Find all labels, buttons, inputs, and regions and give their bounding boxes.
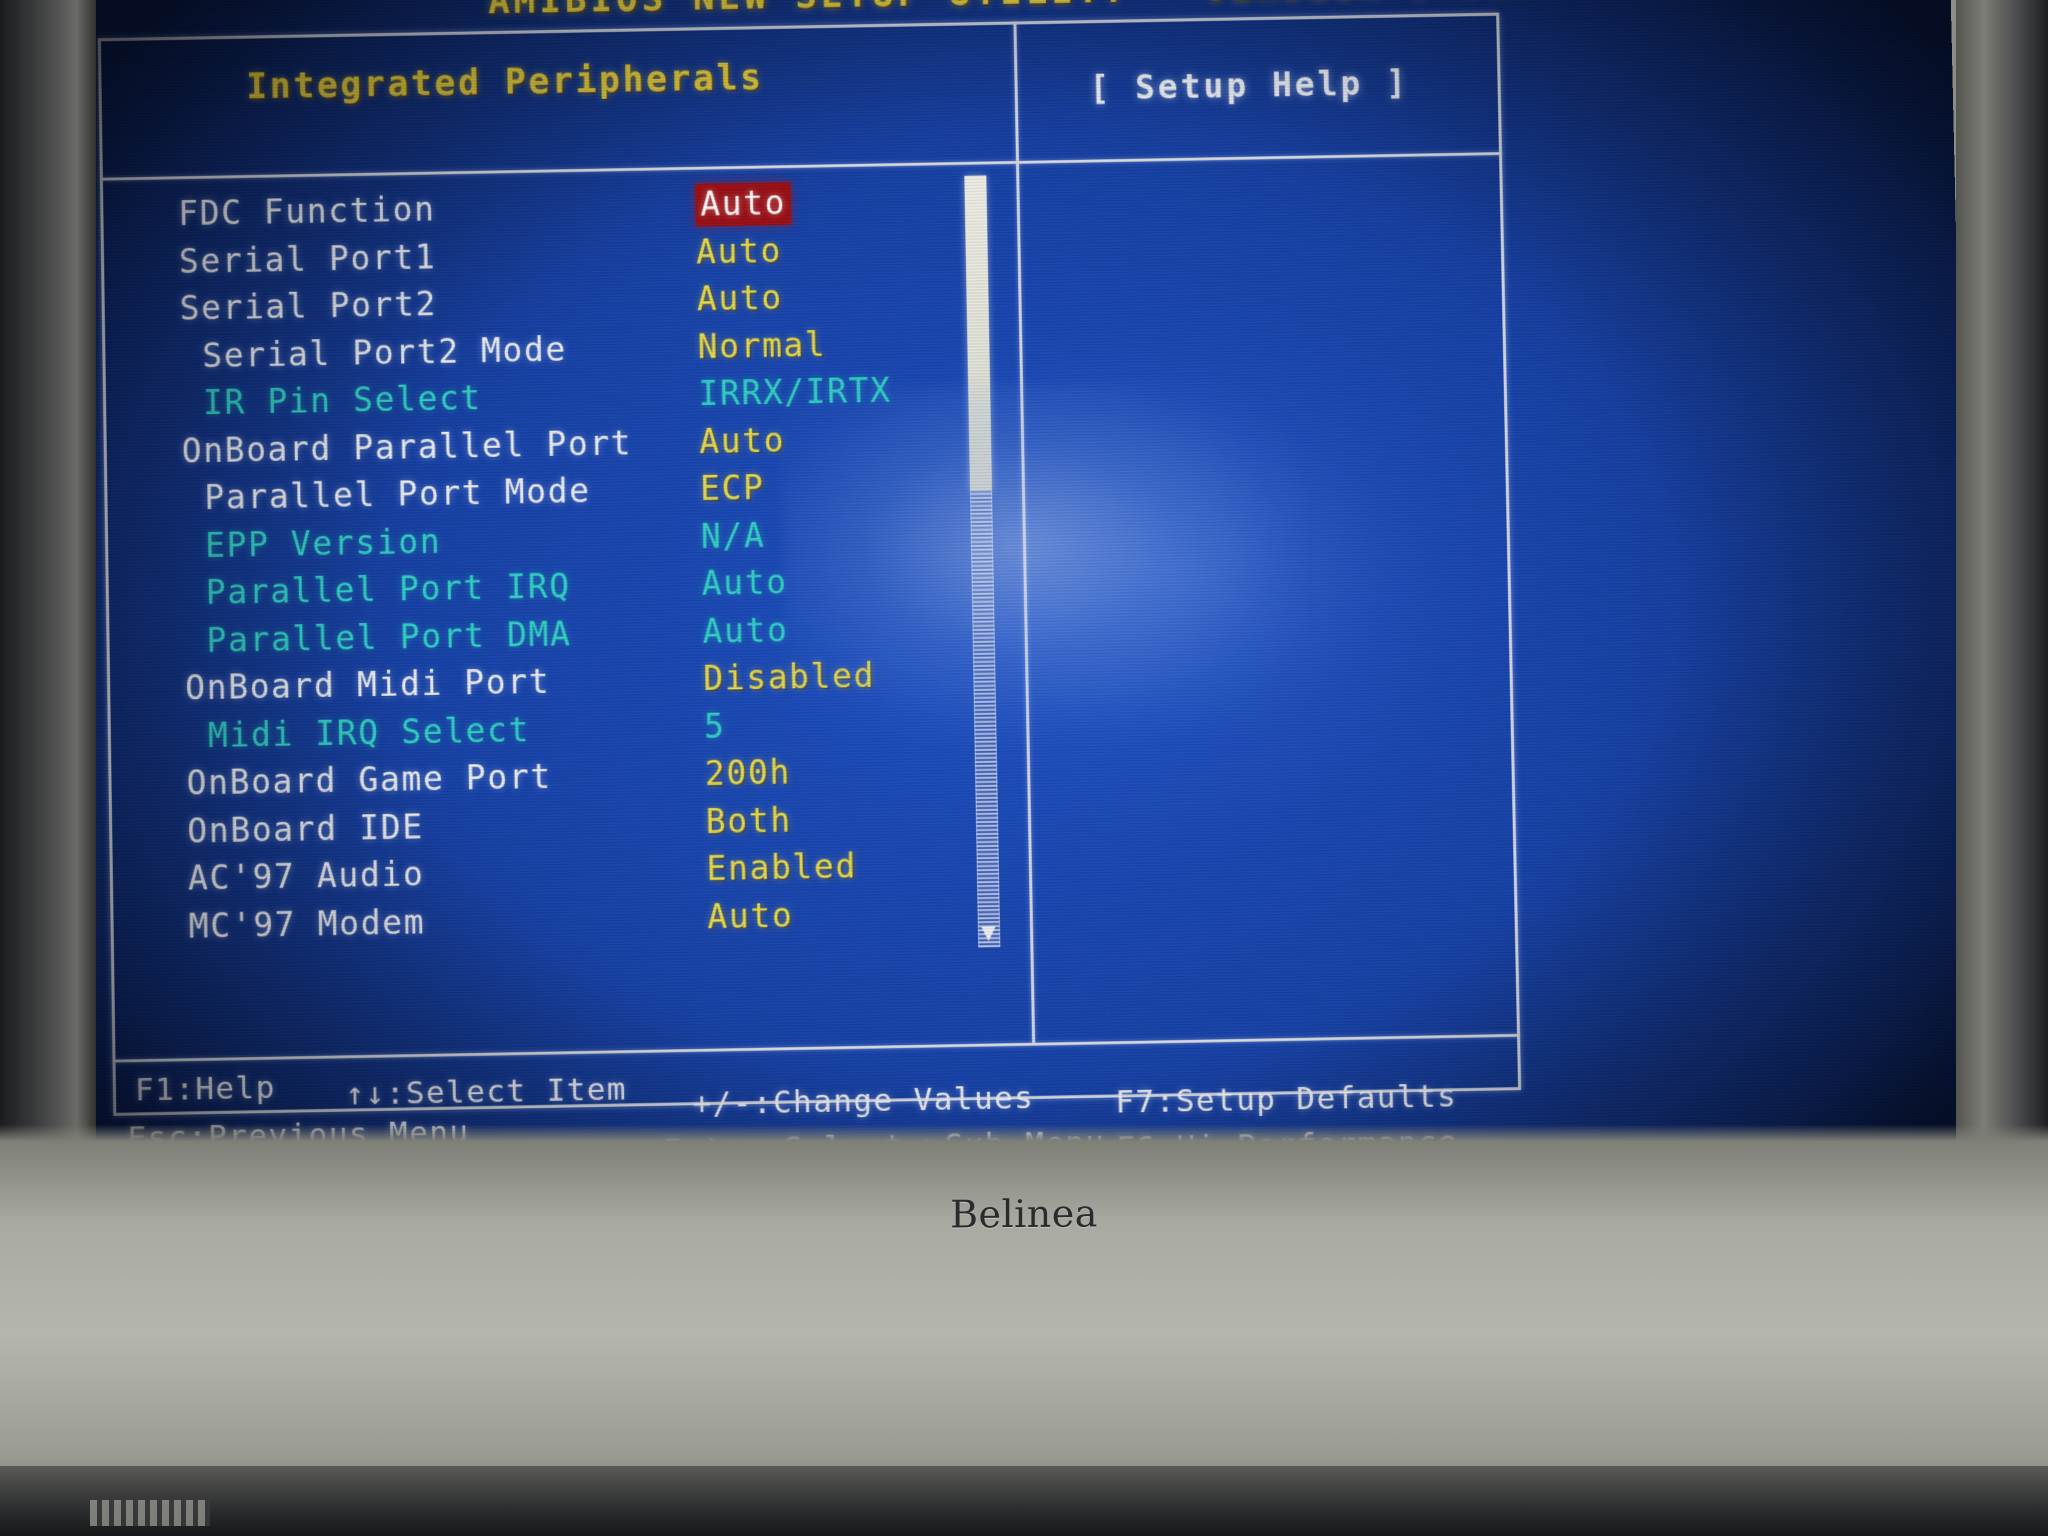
value-text: Auto <box>701 562 788 603</box>
setting-value[interactable]: 200h <box>705 752 792 793</box>
setting-value[interactable]: Both <box>705 800 792 841</box>
setting-value[interactable]: Auto <box>699 420 785 461</box>
setting-value[interactable]: Auto <box>696 231 782 271</box>
bezel-base <box>0 1466 2048 1536</box>
value-text: IRRX/IRTX <box>698 370 892 414</box>
setting-label: Parallel Port Mode <box>204 471 591 518</box>
value-text: 5 <box>703 706 726 746</box>
setting-label: Serial Port1 <box>178 236 437 281</box>
legend-setup-defaults: F7:Setup Defaults <box>1115 1078 1458 1121</box>
setting-label: Midi IRQ Select <box>207 709 531 755</box>
setting-value[interactable]: Auto <box>697 278 783 318</box>
setting-value[interactable]: Auto <box>694 182 792 227</box>
value-text: Auto <box>696 277 783 319</box>
setting-value[interactable]: Auto <box>707 895 794 936</box>
setting-value[interactable]: Auto <box>702 610 789 651</box>
bezel-vent <box>90 1500 210 1526</box>
setting-label: OnBoard Parallel Port <box>181 422 633 471</box>
value-text: Auto <box>702 609 789 651</box>
setting-value[interactable]: Disabled <box>703 656 875 698</box>
crt-screen-area: AMIBIOS NEW SETUP UTILITY - VERSION 3.31… <box>84 0 1964 1234</box>
crt-screen: AMIBIOS NEW SETUP UTILITY - VERSION 3.31… <box>84 0 1964 1234</box>
setting-label: Serial Port2 Mode <box>202 329 568 375</box>
setting-label: Parallel Port IRQ <box>205 566 571 612</box>
setting-value[interactable]: Enabled <box>706 846 857 888</box>
selected-value-highlight: Auto <box>694 182 792 227</box>
monitor-brand-logo: Belinea <box>950 1191 1098 1237</box>
setting-label: IR Pin Select <box>202 378 483 423</box>
value-text: N/A <box>700 515 766 556</box>
setting-value[interactable]: ECP <box>700 468 765 508</box>
setting-label: Serial Port2 <box>179 284 438 328</box>
legend-select-item: ↑↓:Select Item <box>345 1071 628 1113</box>
value-text: Auto <box>698 420 786 461</box>
value-text: Disabled <box>702 655 876 698</box>
value-text: Normal <box>697 324 827 366</box>
setting-value[interactable]: Auto <box>701 562 788 603</box>
setting-label: OnBoard Game Port <box>186 756 553 803</box>
setting-label: OnBoard IDE <box>187 806 424 851</box>
legend-f1-help: F1:Help <box>134 1069 276 1109</box>
setting-value[interactable]: 5 <box>704 706 726 745</box>
value-text: Both <box>705 799 792 841</box>
setting-value[interactable]: N/A <box>701 515 766 555</box>
scroll-down-arrow-icon[interactable]: ▼ <box>978 918 1001 947</box>
setting-label: OnBoard Midi Port <box>184 661 551 708</box>
value-text: Auto <box>695 230 783 271</box>
setting-label: Parallel Port DMA <box>206 613 572 660</box>
value-text: ECP <box>699 467 765 508</box>
setting-label: FDC Function <box>177 189 436 234</box>
value-text: 200h <box>704 752 792 794</box>
setting-label: AC'97 Audio <box>187 854 425 898</box>
settings-list: FDC Function Auto Serial Port1 Auto Serial P… <box>84 179 1030 956</box>
setting-value[interactable]: IRRX/IRTX <box>698 371 892 413</box>
bios-setup-screen: AMIBIOS NEW SETUP UTILITY - VERSION 3.31… <box>84 0 1964 1234</box>
setup-help-title: [ Setup Help ] <box>1089 63 1410 108</box>
crt-monitor: AMIBIOS NEW SETUP UTILITY - VERSION 3.31… <box>0 0 2048 1536</box>
setting-value[interactable]: Normal <box>697 324 826 365</box>
setting-label: MC'97 Modem <box>188 901 426 946</box>
value-text: Auto <box>706 895 794 936</box>
value-text: Enabled <box>706 846 858 889</box>
setting-label: EPP Version <box>204 521 442 565</box>
